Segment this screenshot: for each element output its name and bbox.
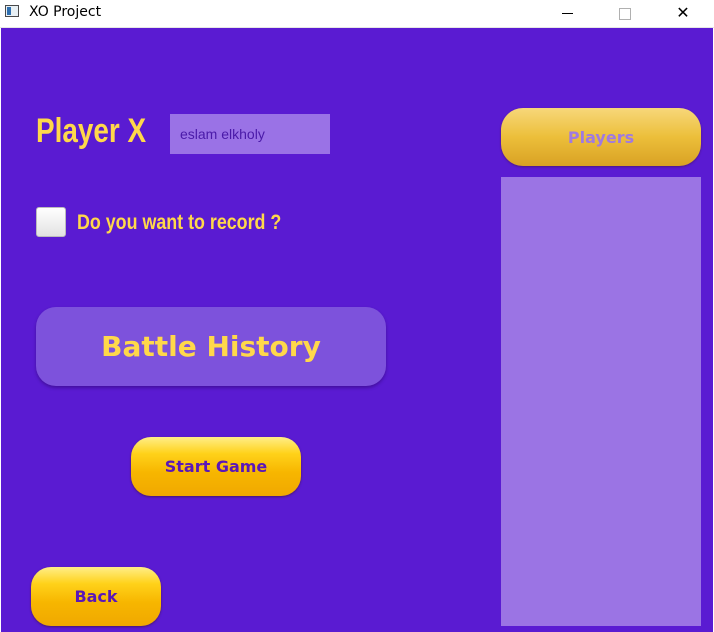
close-icon: ✕ <box>676 3 690 22</box>
record-label: Do you want to record ? <box>77 211 282 234</box>
battle-history-button[interactable]: Battle History <box>36 307 386 386</box>
close-button[interactable]: ✕ <box>654 0 712 27</box>
minimize-icon <box>561 13 573 14</box>
title-bar: XO Project ✕ <box>0 0 714 28</box>
main-panel: Player X Do you want to record ? Battle … <box>1 28 713 632</box>
player-label: Player X <box>36 112 147 150</box>
maximize-button[interactable] <box>596 0 654 27</box>
players-button[interactable]: Players <box>501 108 701 166</box>
start-game-button[interactable]: Start Game <box>131 437 301 496</box>
back-button[interactable]: Back <box>31 567 161 626</box>
record-checkbox[interactable] <box>36 207 66 237</box>
app-icon <box>5 5 19 17</box>
players-list[interactable] <box>501 177 701 626</box>
player-name-field[interactable] <box>170 114 330 154</box>
minimize-button[interactable] <box>538 0 596 27</box>
maximize-icon <box>619 7 631 20</box>
window-title: XO Project <box>29 4 102 20</box>
